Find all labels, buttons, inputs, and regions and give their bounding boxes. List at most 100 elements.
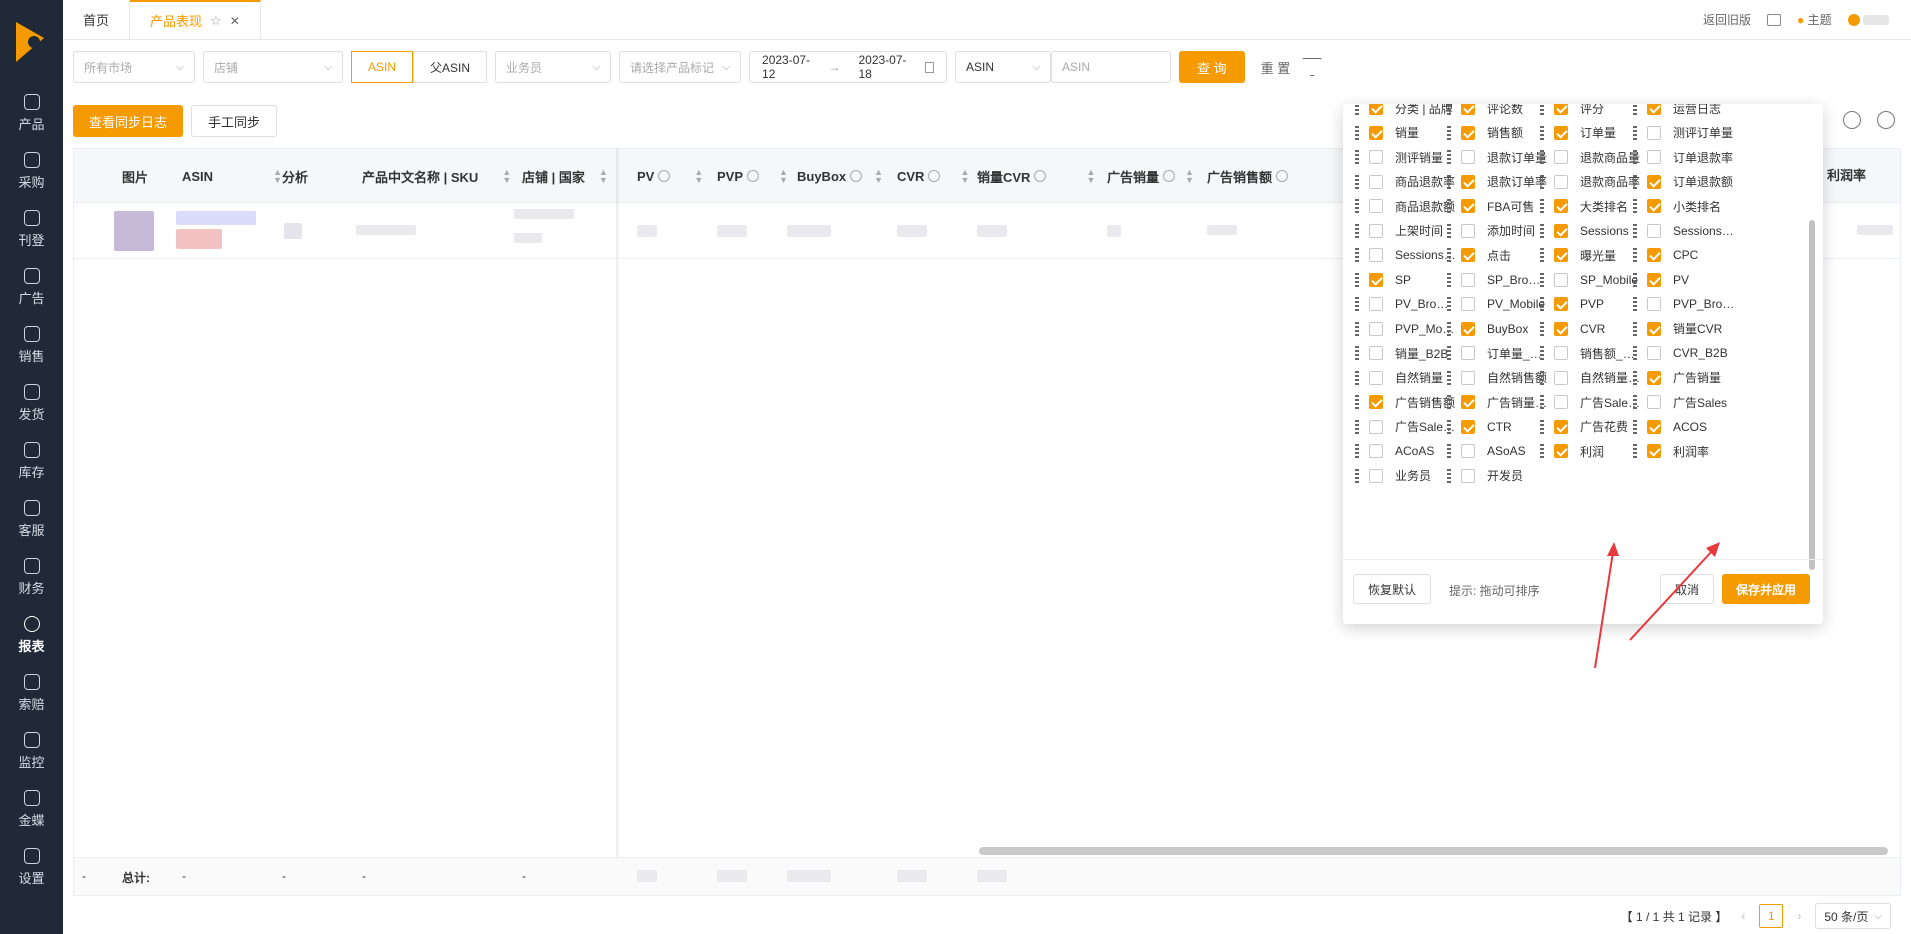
column-option[interactable]: 利润 [1540, 440, 1604, 462]
column-option[interactable]: ASoAS [1447, 440, 1526, 462]
drag-handle-icon[interactable] [1447, 174, 1451, 189]
column-option[interactable]: 退款商品量 [1540, 146, 1640, 168]
sidebar-item-0[interactable]: 产品 [0, 84, 63, 142]
column-checkbox[interactable] [1647, 199, 1661, 213]
column-option[interactable]: SP_Mobile [1540, 269, 1638, 291]
drag-handle-icon[interactable] [1447, 468, 1451, 483]
column-checkbox[interactable] [1461, 321, 1475, 336]
column-header[interactable]: 店铺 | 国家 ▲ ▼ [522, 149, 608, 203]
column-checkbox[interactable] [1647, 125, 1661, 140]
column-checkbox[interactable] [1554, 395, 1568, 409]
column-option[interactable]: Sessions [1540, 220, 1629, 242]
column-checkbox[interactable] [1461, 199, 1475, 213]
column-checkbox[interactable] [1461, 174, 1475, 189]
column-checkbox[interactable] [1369, 370, 1383, 385]
drag-handle-icon[interactable] [1633, 272, 1637, 287]
drag-handle-icon[interactable] [1633, 104, 1637, 115]
column-option[interactable]: 评论数 [1447, 104, 1523, 119]
sidebar-item-7[interactable]: 客服 [0, 490, 63, 548]
drag-handle-icon[interactable] [1447, 104, 1451, 115]
column-checkbox[interactable] [1554, 321, 1568, 336]
drag-handle-icon[interactable] [1540, 395, 1544, 409]
shop-select[interactable]: 店铺 ⌵ [203, 51, 343, 83]
column-option[interactable]: FBA可售 [1447, 195, 1534, 217]
drag-handle-icon[interactable] [1540, 150, 1544, 164]
column-checkbox[interactable] [1369, 125, 1383, 140]
sidebar-item-8[interactable]: 财务 [0, 548, 63, 606]
column-option[interactable]: SP [1355, 269, 1411, 291]
drag-handle-icon[interactable] [1447, 444, 1451, 458]
sidebar-item-3[interactable]: 广告 [0, 258, 63, 316]
analysis-chart-icon[interactable] [284, 223, 302, 239]
column-option[interactable]: 广告Sales [1633, 391, 1727, 413]
drag-handle-icon[interactable] [1633, 248, 1637, 262]
column-checkbox[interactable] [1554, 199, 1568, 213]
column-checkbox[interactable] [1554, 248, 1568, 262]
drag-handle-icon[interactable] [1447, 150, 1451, 164]
column-checkbox[interactable] [1369, 419, 1383, 434]
drag-handle-icon[interactable] [1633, 419, 1637, 434]
drag-handle-icon[interactable] [1540, 125, 1544, 140]
column-checkbox[interactable] [1369, 395, 1383, 409]
help-icon[interactable] [658, 170, 671, 182]
column-option[interactable]: BuyBox [1447, 318, 1528, 340]
column-option[interactable]: 自然销量 [1355, 367, 1443, 389]
column-option[interactable]: 订单退款率 [1633, 146, 1733, 168]
drag-handle-icon[interactable] [1633, 297, 1637, 311]
drag-handle-icon[interactable] [1633, 346, 1637, 360]
drag-handle-icon[interactable] [1540, 104, 1544, 115]
column-checkbox[interactable] [1647, 248, 1661, 262]
column-checkbox[interactable] [1647, 321, 1661, 336]
column-option[interactable]: 自然销售额 [1447, 367, 1547, 389]
sort-icon[interactable]: ▲ ▼ [1185, 168, 1194, 185]
help-icon[interactable] [1163, 170, 1176, 182]
column-checkbox[interactable] [1647, 395, 1661, 409]
column-checkbox[interactable] [1554, 272, 1568, 287]
drag-handle-icon[interactable] [1447, 370, 1451, 385]
drag-handle-icon[interactable] [1355, 174, 1359, 189]
translate-icon[interactable] [1767, 13, 1782, 26]
user-menu[interactable] [1847, 13, 1889, 27]
drag-handle-icon[interactable] [1355, 346, 1359, 360]
date-range-picker[interactable]: 2023-07-12 → 2023-07-18 [749, 51, 948, 83]
help-icon[interactable] [928, 170, 941, 182]
column-checkbox[interactable] [1369, 468, 1383, 483]
column-checkbox[interactable] [1647, 419, 1661, 434]
column-checkbox[interactable] [1369, 444, 1383, 458]
drag-handle-icon[interactable] [1355, 370, 1359, 385]
column-checkbox[interactable] [1554, 297, 1568, 311]
column-checkbox[interactable] [1647, 370, 1661, 385]
column-checkbox[interactable] [1647, 272, 1661, 287]
sort-icon[interactable]: ▲ ▼ [874, 168, 883, 185]
column-option[interactable]: 利润率 [1633, 440, 1709, 462]
advanced-filter-icon[interactable] [1302, 58, 1323, 76]
tab-product-performance[interactable]: 产品表现 ☆ ✕ [130, 0, 261, 39]
drag-handle-icon[interactable] [1633, 395, 1637, 409]
column-option[interactable]: 销售额_B2B [1540, 342, 1642, 364]
column-header[interactable]: CVR ▲ ▼ [897, 149, 969, 203]
column-option[interactable]: SP_Browser [1447, 269, 1549, 291]
page-size-select[interactable]: 50 条/页 ⌵ [1815, 903, 1891, 929]
column-option[interactable]: 退款商品率 [1540, 171, 1640, 193]
help-icon[interactable] [747, 170, 760, 182]
column-checkbox[interactable] [1369, 199, 1383, 213]
drag-handle-icon[interactable] [1447, 321, 1451, 336]
column-checkbox[interactable] [1647, 223, 1661, 238]
column-checkbox[interactable] [1461, 248, 1475, 262]
drag-handle-icon[interactable] [1447, 199, 1451, 213]
column-checkbox[interactable] [1369, 248, 1383, 262]
asin-toggle-parent-asin[interactable]: 父ASIN [413, 51, 488, 83]
column-option[interactable]: 销量_B2B [1355, 342, 1448, 364]
column-option[interactable]: 大类排名 [1540, 195, 1628, 217]
column-option[interactable]: 测评销量 [1355, 146, 1443, 168]
column-option[interactable]: 自然销量占比 [1540, 367, 1642, 389]
drag-handle-icon[interactable] [1540, 297, 1544, 311]
drag-handle-icon[interactable] [1355, 104, 1359, 115]
column-option[interactable]: 广告Sales_B2B [1355, 416, 1457, 438]
column-header[interactable]: PV ▲ ▼ [637, 149, 703, 203]
product-tag-select[interactable]: 请选择产品标记 ⌵ [619, 51, 742, 83]
column-option[interactable]: 曝光量 [1540, 244, 1616, 266]
drag-handle-icon[interactable] [1540, 346, 1544, 360]
sidebar-item-12[interactable]: 金蝶 [0, 780, 63, 838]
star-icon[interactable]: ☆ [210, 13, 222, 29]
